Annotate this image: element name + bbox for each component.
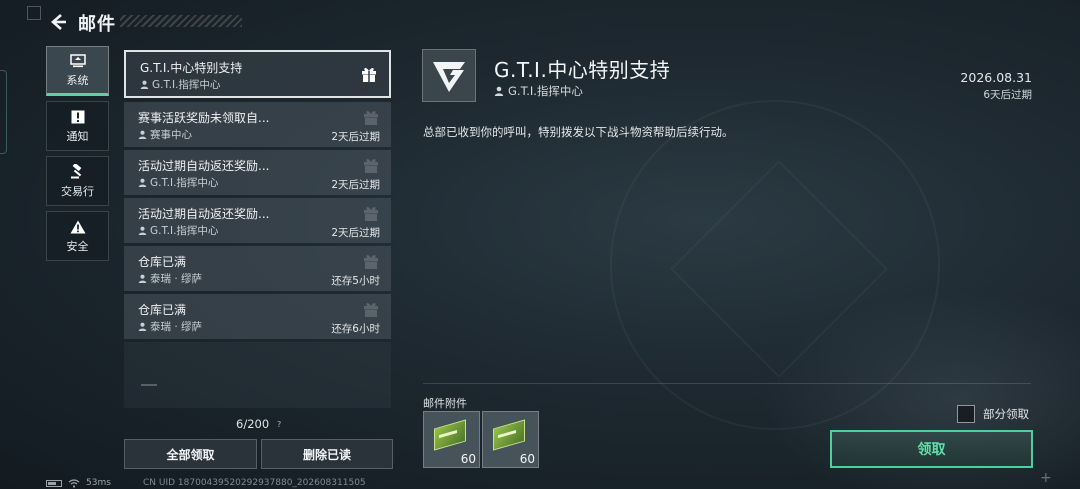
mail-expire: 还存5小时 — [331, 275, 380, 287]
nav-label: 通知 — [66, 129, 89, 143]
mail-list: G.T.I.中心特别支持 G.T.I.指挥中心 赛事活跃奖励未领取自... 赛事… — [124, 50, 391, 342]
user-icon — [138, 226, 147, 235]
uid-text: CN UID 18700439520292937880_202608311505 — [143, 478, 366, 488]
status-bar: 53ms — [46, 478, 111, 488]
mail-expire: 2天后过期 — [331, 131, 380, 143]
mail-sender-name: G.T.I.指挥中心 — [152, 79, 221, 91]
mail-item[interactable]: 赛事活跃奖励未领取自... 赛事中心 2天后过期 — [124, 102, 391, 147]
nav-item-system[interactable]: 系统 — [46, 46, 109, 96]
ping-text: 53ms — [86, 478, 111, 488]
gift-icon — [364, 254, 378, 269]
warning-icon — [69, 219, 87, 235]
mail-sender-name: G.T.I.指挥中心 — [150, 177, 219, 189]
category-nav: 系统 通知 交易行 安全 — [46, 46, 110, 266]
mail-item[interactable]: 活动过期自动返还奖励... G.T.I.指挥中心 2天后过期 — [124, 150, 391, 195]
mail-list-empty-area — [124, 342, 391, 408]
mail-detail-sender: G.T.I.指挥中心 — [494, 83, 583, 99]
mail-expire: 2天后过期 — [331, 179, 380, 191]
mail-item[interactable]: G.T.I.中心特别支持 G.T.I.指挥中心 — [124, 50, 391, 98]
user-icon — [138, 130, 147, 139]
mail-body: 总部已收到你的呼叫，特别拨发以下战斗物资帮助后续行动。 — [423, 125, 734, 139]
attachment-item[interactable]: 60 — [482, 411, 539, 468]
plus-icon: + — [1040, 470, 1052, 486]
nav-label: 安全 — [66, 239, 89, 253]
wifi-icon — [68, 478, 80, 488]
nav-label: 系统 — [66, 73, 89, 87]
attachment-quantity: 60 — [519, 452, 535, 466]
mail-title: 赛事活跃奖励未领取自... — [138, 111, 270, 125]
user-icon — [138, 178, 147, 187]
back-button[interactable] — [46, 10, 70, 34]
divider — [141, 384, 157, 386]
mail-item[interactable]: 仓库已满 泰瑞 · 缪萨 还存5小时 — [124, 246, 391, 291]
claim-all-button[interactable]: 全部领取 — [124, 439, 257, 469]
notice-icon — [69, 109, 87, 125]
mail-sender-name: 泰瑞 · 缪萨 — [150, 321, 203, 333]
attachments-label: 邮件附件 — [423, 397, 467, 410]
attachment-quantity: 60 — [460, 452, 476, 466]
mail-detail-title: G.T.I.中心特别支持 — [494, 58, 671, 82]
mail-sender: G.T.I.指挥中心 — [138, 175, 218, 190]
user-icon — [494, 86, 504, 96]
ammo-box-icon — [493, 419, 525, 451]
gift-icon — [362, 67, 376, 82]
gift-icon — [364, 302, 378, 317]
mail-detail-date: 2026.08.31 — [960, 70, 1032, 85]
mail-sender: G.T.I.指挥中心 — [138, 223, 218, 238]
mail-title: G.T.I.中心特别支持 — [140, 61, 243, 75]
gift-icon — [364, 158, 378, 173]
mail-sender: 赛事中心 — [138, 127, 192, 142]
mail-sender: 泰瑞 · 缪萨 — [138, 271, 202, 286]
gti-logo-icon — [433, 61, 465, 92]
delete-read-button[interactable]: 删除已读 — [261, 439, 393, 469]
side-handle[interactable] — [0, 70, 7, 154]
nav-item-security[interactable]: 安全 — [46, 211, 109, 261]
mail-sender-name: 赛事中心 — [150, 129, 192, 141]
mail-title: 活动过期自动返还奖励... — [138, 159, 270, 173]
page-title: 邮件 — [78, 14, 116, 35]
mail-item[interactable]: 活动过期自动返还奖励... G.T.I.指挥中心 2天后过期 — [124, 198, 391, 243]
mail-expire: 还存6小时 — [331, 323, 380, 335]
nav-label: 交易行 — [61, 184, 94, 198]
mail-title: 仓库已满 — [138, 303, 187, 317]
system-icon — [69, 53, 87, 69]
mail-item[interactable]: 仓库已满 泰瑞 · 缪萨 还存6小时 — [124, 294, 391, 339]
user-icon — [138, 322, 147, 331]
mail-detail-sender-name: G.T.I.指挥中心 — [508, 84, 583, 98]
corner-marker — [27, 6, 41, 20]
mail-counter: 6/200 — [236, 417, 270, 431]
mail-title: 仓库已满 — [138, 255, 187, 269]
divider — [423, 383, 1031, 384]
chevron-left-icon — [51, 14, 66, 30]
gavel-icon — [69, 164, 87, 180]
user-icon — [138, 274, 147, 283]
mail-expire: 2天后过期 — [331, 227, 380, 239]
mail-sender: G.T.I.指挥中心 — [140, 77, 220, 92]
attachment-item[interactable]: 60 — [423, 411, 480, 468]
mail-title: 活动过期自动返还奖励... — [138, 207, 270, 221]
gti-logo — [422, 49, 476, 102]
partial-claim-toggle[interactable]: 部分领取 — [957, 405, 1029, 423]
help-icon[interactable]: ? — [277, 420, 281, 429]
gift-icon — [364, 110, 378, 125]
partial-claim-label: 部分领取 — [983, 407, 1029, 421]
mail-sender-name: G.T.I.指挥中心 — [150, 225, 219, 237]
claim-button[interactable]: 领取 — [830, 430, 1033, 468]
mail-sender-name: 泰瑞 · 缪萨 — [150, 273, 203, 285]
partial-claim-checkbox[interactable] — [957, 405, 975, 423]
user-icon — [140, 80, 149, 89]
battery-icon — [46, 479, 62, 487]
mail-sender: 泰瑞 · 缪萨 — [138, 319, 202, 334]
header-decoration — [120, 15, 242, 27]
gift-icon — [364, 206, 378, 221]
nav-item-notice[interactable]: 通知 — [46, 101, 109, 151]
nav-item-trade[interactable]: 交易行 — [46, 156, 109, 206]
mail-detail-expire: 6天后过期 — [983, 89, 1032, 101]
background-emblem — [610, 100, 940, 430]
ammo-box-icon — [434, 419, 466, 451]
